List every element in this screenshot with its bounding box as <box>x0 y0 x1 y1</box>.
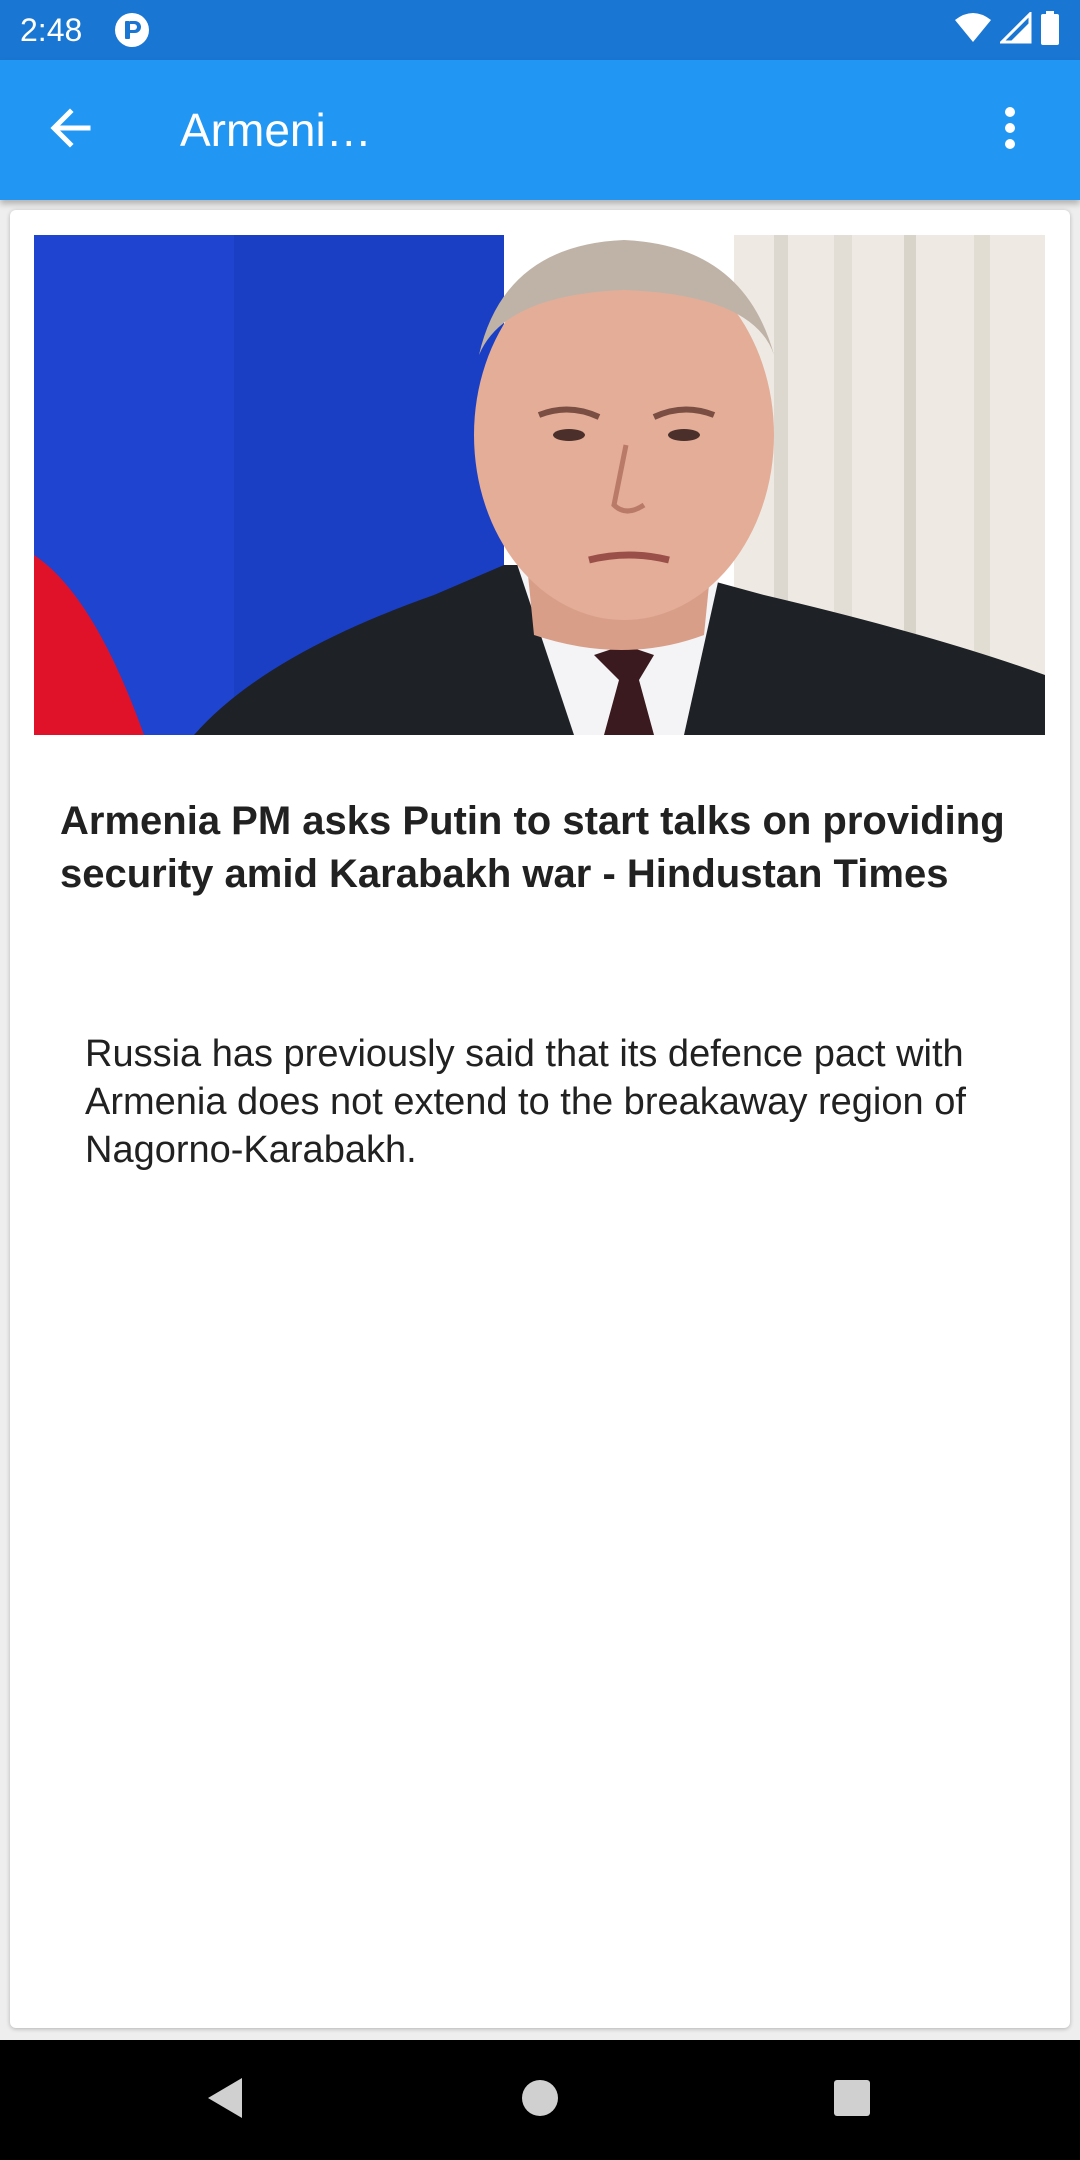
nav-back-button[interactable] <box>186 2060 266 2140</box>
page-title: Armeni… <box>180 104 372 156</box>
nav-recents-icon <box>833 2079 871 2122</box>
more-options-button[interactable] <box>970 90 1050 170</box>
nav-recents-button[interactable] <box>812 2060 892 2140</box>
arrow-back-icon <box>48 106 92 155</box>
nav-home-icon <box>520 2078 560 2123</box>
article-photo <box>34 235 1045 735</box>
status-time: 2:48 <box>20 12 83 48</box>
nav-back-icon <box>206 2076 246 2125</box>
app-bar: Armeni… <box>0 60 1080 200</box>
nav-home-button[interactable] <box>500 2060 580 2140</box>
status-bar: 2:48 <box>0 0 1080 60</box>
more-vert-icon <box>1004 106 1016 155</box>
article-headline[interactable]: Armenia PM asks Putin to start talks on … <box>60 795 1020 901</box>
cell-signal-icon <box>998 9 1032 49</box>
article-card: Armenia PM asks Putin to start talks on … <box>10 210 1070 2028</box>
status-icons <box>954 9 1060 50</box>
wifi-icon <box>954 12 992 49</box>
article-description: Russia has previously said that its defe… <box>85 1033 966 1171</box>
app-notification-icon <box>114 12 150 48</box>
system-nav-bar <box>0 2040 1080 2160</box>
battery-icon <box>1040 10 1060 50</box>
back-button[interactable] <box>30 90 110 170</box>
